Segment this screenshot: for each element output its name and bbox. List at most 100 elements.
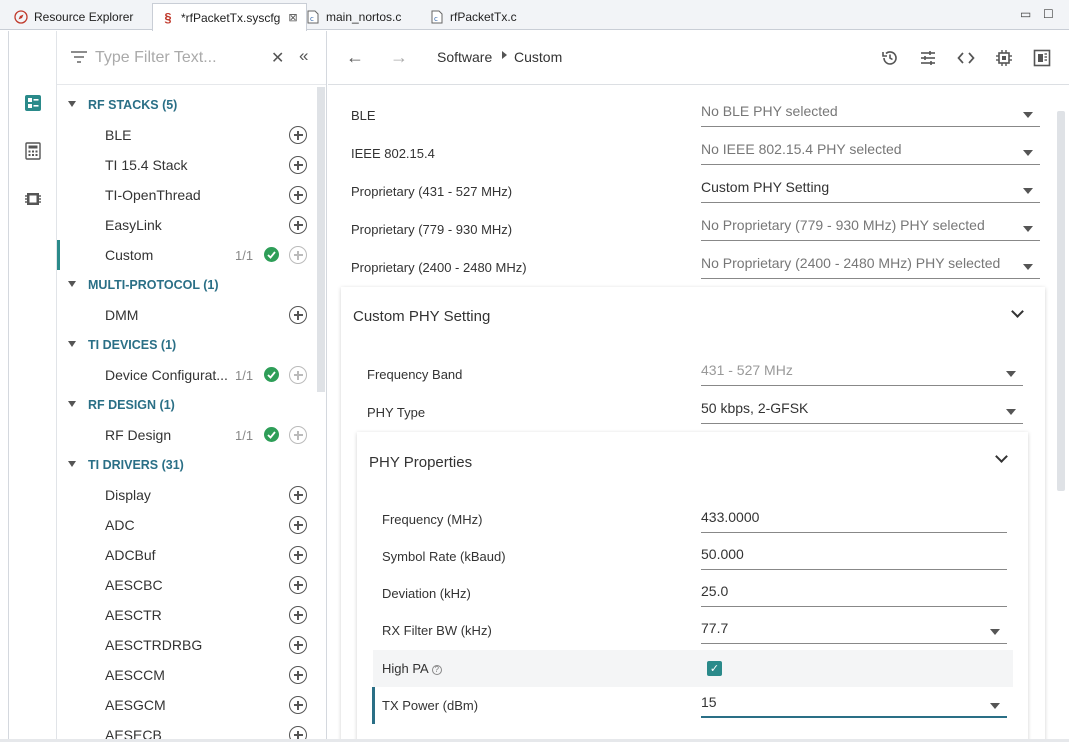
add-icon[interactable] <box>289 126 307 144</box>
custom-phy-card-title: Custom PHY Setting <box>353 308 491 325</box>
maximize-icon[interactable]: ☐ <box>1043 7 1054 21</box>
chevron-down-icon[interactable] <box>1011 305 1024 318</box>
minimize-icon[interactable]: ▭ <box>1020 7 1031 21</box>
frequency-input[interactable]: 433.0000 <box>701 507 1007 533</box>
add-icon <box>289 426 307 444</box>
rx-filter-bw-select[interactable]: 77.7 <box>701 618 1007 644</box>
high-pa-checkbox[interactable]: ✓ <box>707 661 722 676</box>
add-icon[interactable] <box>289 576 307 594</box>
tree-item-aesctrdrbg[interactable]: AESCTRDRBG <box>57 630 315 660</box>
phy-type-select[interactable]: 50 kbps, 2-GFSK <box>701 398 1023 424</box>
tree-item-aesgcm[interactable]: AESGCM <box>57 690 315 720</box>
editor-tab-bar: Resource Explorer § *rfPacketTx.syscfg ⊠… <box>0 0 1069 31</box>
dropdown-arrow-icon <box>1023 150 1033 156</box>
collapse-panel-icon[interactable]: « <box>299 46 308 66</box>
code-view-icon[interactable] <box>956 48 976 68</box>
ble-phy-select[interactable]: No BLE PHY selected <box>701 101 1040 127</box>
category-rf-design[interactable]: RF DESIGN (1) <box>57 390 315 420</box>
ieee-phy-select[interactable]: No IEEE 802.15.4 PHY selected <box>701 139 1040 165</box>
tree-item-aesctr[interactable]: AESCTR <box>57 600 315 630</box>
tree-item-device-configuration[interactable]: Device Configurat... 1/1 <box>57 360 315 390</box>
tree-item-ti-15-4-stack[interactable]: TI 15.4 Stack <box>57 150 315 180</box>
frequency-band-select: 431 - 527 MHz <box>701 360 1023 386</box>
tab-label: Resource Explorer <box>34 10 134 24</box>
add-icon[interactable] <box>289 306 307 324</box>
add-icon[interactable] <box>289 546 307 564</box>
add-icon <box>289 246 307 264</box>
device-view-icon[interactable] <box>994 48 1014 68</box>
add-icon[interactable] <box>289 186 307 204</box>
tab-rfpackettx-syscfg[interactable]: § *rfPacketTx.syscfg ⊠ <box>152 3 307 31</box>
add-icon[interactable] <box>289 516 307 534</box>
dropdown-arrow-icon <box>1006 371 1016 377</box>
tab-rfpackettx-c[interactable]: c rfPacketTx.c <box>422 4 525 30</box>
view-rail <box>8 31 57 742</box>
dropdown-arrow-icon <box>1023 264 1033 270</box>
add-icon[interactable] <box>289 606 307 624</box>
tree-item-custom[interactable]: Custom 1/1 <box>57 240 315 270</box>
chip-icon[interactable] <box>23 189 43 209</box>
add-icon[interactable] <box>289 666 307 684</box>
prop-2400-phy-select[interactable]: No Proprietary (2400 - 2480 MHz) PHY sel… <box>701 253 1040 279</box>
tree-item-easylink[interactable]: EasyLink <box>57 210 315 240</box>
add-icon[interactable] <box>289 216 307 234</box>
tree-item-dmm[interactable]: DMM <box>57 300 315 330</box>
breadcrumb-separator-icon <box>502 51 507 59</box>
add-icon[interactable] <box>289 696 307 714</box>
check-circle-icon <box>264 367 279 382</box>
symbol-rate-input[interactable]: 50.000 <box>701 544 1007 570</box>
back-arrow-icon[interactable]: ← <box>346 47 364 68</box>
prop-431-phy-select[interactable]: Custom PHY Setting <box>701 177 1040 203</box>
category-rf-stacks[interactable]: RF STACKS (5) <box>57 90 315 120</box>
close-tab-icon[interactable]: ⊠ <box>288 11 297 24</box>
dropdown-arrow-icon <box>1023 226 1033 232</box>
caret-down-icon <box>68 461 76 467</box>
instance-count: 1/1 <box>235 248 254 263</box>
tree-item-aescbc[interactable]: AESCBC <box>57 570 315 600</box>
category-multi-protocol[interactable]: MULTI-PROTOCOL (1) <box>57 270 315 300</box>
filter-icon <box>71 51 87 66</box>
help-icon[interactable]: ? <box>431 664 442 675</box>
tree-item-aesccm[interactable]: AESCCM <box>57 660 315 690</box>
dropdown-arrow-icon <box>1023 112 1033 118</box>
add-icon[interactable] <box>289 486 307 504</box>
clear-filter-icon[interactable]: ✕ <box>271 48 284 68</box>
tree-item-ble[interactable]: BLE <box>57 120 315 150</box>
field-label-prop-431: Proprietary (431 - 527 MHz) <box>351 184 513 199</box>
syscfg-icon: § <box>164 10 172 25</box>
forward-arrow-icon[interactable]: → <box>390 47 408 68</box>
field-label-ieee: IEEE 802.15.4 <box>351 146 435 161</box>
add-icon[interactable] <box>289 156 307 174</box>
field-label-deviation: Deviation (kHz) <box>382 586 471 601</box>
tree-item-rf-design[interactable]: RF Design 1/1 <box>57 420 315 450</box>
tree-item-ti-openthread[interactable]: TI-OpenThread <box>57 180 315 210</box>
tab-label: *rfPacketTx.syscfg <box>181 10 281 25</box>
tab-label: main_nortos.c <box>326 10 402 24</box>
config-scrollbar[interactable] <box>1057 111 1065 491</box>
deviation-input[interactable]: 25.0 <box>701 581 1007 607</box>
category-ti-devices[interactable]: TI DEVICES (1) <box>57 330 315 360</box>
dropdown-arrow-icon <box>990 629 1000 635</box>
prop-779-phy-select[interactable]: No Proprietary (779 - 930 MHz) PHY selec… <box>701 215 1040 241</box>
tab-main-nortos-c[interactable]: c main_nortos.c <box>298 4 409 30</box>
tree-scrollbar[interactable] <box>317 87 325 392</box>
check-circle-icon <box>264 427 279 442</box>
tx-power-select[interactable]: 15 <box>701 692 1007 718</box>
filter-input[interactable] <box>95 45 265 71</box>
tree-item-display[interactable]: Display <box>57 480 315 510</box>
tab-resource-explorer[interactable]: Resource Explorer <box>6 4 141 30</box>
history-icon[interactable] <box>880 48 900 68</box>
field-label-frequency: Frequency (MHz) <box>382 512 483 527</box>
chevron-down-icon[interactable] <box>995 450 1008 463</box>
calculator-icon[interactable] <box>23 141 43 161</box>
field-label-rx-filter-bw: RX Filter BW (kHz) <box>382 623 492 638</box>
board-view-icon[interactable] <box>1032 48 1052 68</box>
settings-sliders-icon[interactable] <box>918 48 938 68</box>
caret-down-icon <box>68 341 76 347</box>
add-icon[interactable] <box>289 636 307 654</box>
tree-item-adc[interactable]: ADC <box>57 510 315 540</box>
tree-item-adcbuf[interactable]: ADCBuf <box>57 540 315 570</box>
software-view-icon[interactable] <box>23 93 43 113</box>
category-ti-drivers[interactable]: TI DRIVERS (31) <box>57 450 315 480</box>
breadcrumb-software[interactable]: Software <box>437 49 492 65</box>
